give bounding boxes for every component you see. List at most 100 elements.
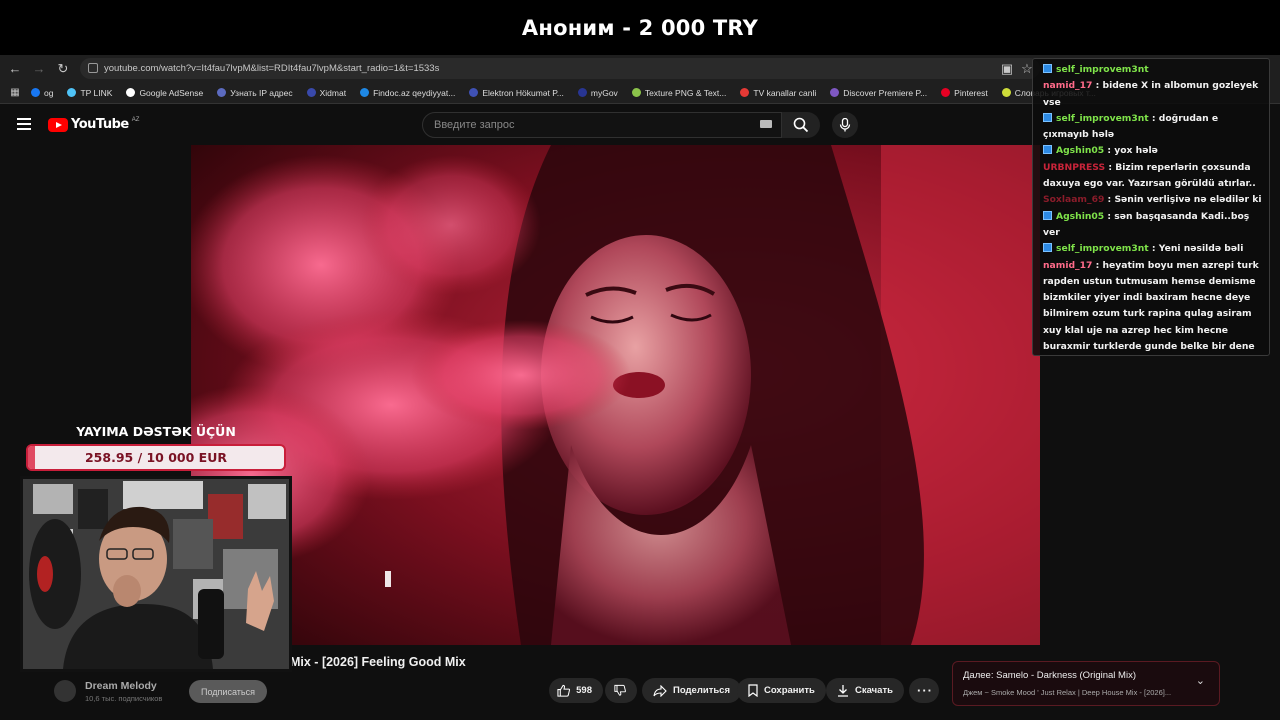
donation-goal-title: YAYIMA DƏSTƏK ÜÇÜN (76, 424, 236, 439)
chat-text: yox hələ (1114, 145, 1158, 157)
chat-separator: : (1148, 243, 1159, 255)
chat-message: Agshin05 : yox hələ (1043, 143, 1263, 159)
bookmark-favicon-icon (126, 88, 136, 97)
chat-message: self_improvem3nt : Yeni nəsildə bəli (1043, 241, 1263, 257)
bookmark-favicon-icon (469, 88, 479, 97)
channel-name[interactable]: Dream Melody (85, 680, 157, 692)
chat-message: namid_17 : bidene X in albomun gozleyek … (1043, 78, 1263, 111)
bookmark-label: Pinterest (954, 87, 988, 98)
chat-message: Soxlaam_69 : Sənin verlişivə nə elədilər… (1043, 192, 1263, 208)
donation-goal-bar: 258.95 / 10 000 EUR (26, 444, 286, 471)
more-actions-button[interactable]: ··· (909, 678, 939, 703)
donation-goal-amount: 258.95 / 10 000 EUR (84, 450, 227, 465)
like-button[interactable]: 598 (549, 678, 603, 703)
save-label: Сохранить (764, 685, 815, 696)
thumbs-down-icon (614, 684, 626, 696)
bookmark-item[interactable]: Google AdSense (121, 88, 208, 98)
chat-username: Soxlaam_69 (1043, 194, 1105, 206)
bookmark-favicon-icon (740, 88, 750, 97)
chat-username: namid_17 (1043, 259, 1093, 271)
download-button[interactable]: Скачать (826, 678, 904, 703)
apps-grid-icon[interactable]: ▦ (8, 82, 22, 103)
chat-username: namid_17 (1043, 80, 1093, 92)
bookmark-favicon-icon (306, 88, 316, 97)
up-next-card[interactable]: Далее: Samelo - Darkness (Original Mix) … (952, 661, 1220, 706)
forward-arrow-icon[interactable]: → (27, 57, 51, 81)
bookmark-favicon-icon (1001, 88, 1011, 97)
chat-badge-icon (1043, 243, 1052, 253)
video-frame-image (191, 145, 1080, 645)
channel-avatar[interactable] (54, 680, 76, 702)
webcam-overlay (20, 476, 292, 672)
chat-username: URBNPRESS (1043, 161, 1106, 173)
bookmark-favicon-icon (360, 88, 370, 97)
video-title: Mix - [2026] Feeling Good Mix (290, 655, 466, 669)
search-icon (793, 117, 809, 133)
bookmark-item[interactable]: Texture PNG & Text... (627, 88, 732, 98)
subscribe-button[interactable]: Подписаться (189, 680, 267, 703)
chat-message: namid_17 : heyatim boyu men azrepi turk … (1043, 258, 1263, 355)
search-placeholder: Введите запрос (434, 119, 515, 131)
bookmark-item[interactable]: Xidmat (302, 88, 351, 98)
site-info-icon[interactable] (88, 63, 98, 73)
save-button[interactable]: Сохранить (737, 678, 826, 703)
bookmark-item[interactable]: Discover Premiere P... (825, 88, 932, 98)
bookmark-item[interactable]: TP LINK (62, 88, 117, 98)
chat-badge-icon (1043, 64, 1052, 73)
download-icon (838, 685, 848, 697)
thumbs-up-icon (557, 684, 571, 697)
back-arrow-icon[interactable]: ← (3, 57, 27, 81)
menu-icon[interactable] (17, 118, 31, 130)
bookmark-item[interactable]: Findoc.az qeydiyyat... (355, 88, 460, 98)
donation-banner: Аноним - 2 000 TRY (0, 0, 1280, 55)
bookmark-label: TV kanallar canli (753, 87, 817, 98)
chat-separator: : (1148, 112, 1159, 124)
bookmark-icon (748, 684, 758, 697)
chat-text: heyatim boyu men azrepi turk rapden ustu… (1043, 259, 1259, 353)
download-label: Скачать (855, 685, 893, 696)
reload-icon[interactable]: ↻ (51, 57, 75, 81)
bookmark-item[interactable]: Pinterest (936, 88, 993, 98)
video-player[interactable] (191, 145, 1080, 645)
chat-separator: : (1092, 259, 1103, 271)
share-button[interactable]: Поделиться (642, 678, 742, 703)
youtube-logo[interactable]: YouTube AZ (48, 117, 139, 132)
bookmark-item[interactable]: Elektron Hökumət P... (464, 88, 569, 98)
chat-message: URBNPRESS : Bizim reperlərin çoxsunda da… (1043, 160, 1263, 193)
bookmark-item[interactable]: myGov (573, 88, 623, 98)
like-count: 598 (576, 685, 592, 696)
bookmark-item[interactable]: og (26, 88, 58, 98)
country-code: AZ (131, 116, 140, 123)
bookmark-favicon-icon (631, 88, 641, 97)
chat-username: Agshin05 (1056, 145, 1105, 157)
chat-message: self_improvem3nt (1043, 62, 1263, 78)
url-field[interactable]: youtube.com/watch?v=It4fau7lvpM&list=RDI… (80, 58, 1040, 79)
chevron-down-icon[interactable]: ⌄ (1196, 674, 1205, 687)
bookmark-label: Google AdSense (139, 87, 204, 98)
subscriber-count: 10,6 тыс. подписчиков (85, 694, 163, 703)
dislike-button[interactable] (605, 678, 637, 703)
chat-separator: : (1104, 210, 1115, 222)
chat-separator: : (1105, 161, 1116, 173)
bookmark-item[interactable]: TV kanallar canli (735, 88, 821, 98)
keyboard-icon[interactable] (760, 120, 772, 128)
youtube-wordmark: YouTube (71, 117, 129, 132)
search-button[interactable] (782, 112, 820, 138)
bookmark-favicon-icon (941, 88, 951, 97)
chat-username: self_improvem3nt (1056, 64, 1149, 75)
voice-search-button[interactable] (832, 112, 858, 138)
chat-message: self_improvem3nt : doğrudan e çıxmayıb h… (1043, 111, 1263, 144)
chat-username: self_improvem3nt (1056, 243, 1149, 255)
bookmark-label: TP LINK (80, 87, 113, 98)
chat-overlay: self_improvem3nt namid_17 : bidene X in a… (1032, 58, 1270, 356)
donation-banner-text: Аноним - 2 000 TRY (521, 15, 759, 40)
chat-separator: : (1092, 80, 1103, 92)
chat-message: Agshin05 : sən başqasanda Kadi..boş ver (1043, 209, 1263, 242)
chat-badge-icon (1043, 145, 1052, 155)
youtube-play-icon (48, 117, 68, 132)
search-input[interactable]: Введите запрос (422, 112, 782, 138)
chat-separator: : (1104, 145, 1115, 157)
bookmark-label: myGov (590, 87, 618, 98)
microphone-icon (839, 118, 851, 132)
bookmark-item[interactable]: Узнать IP адрес (212, 88, 297, 98)
